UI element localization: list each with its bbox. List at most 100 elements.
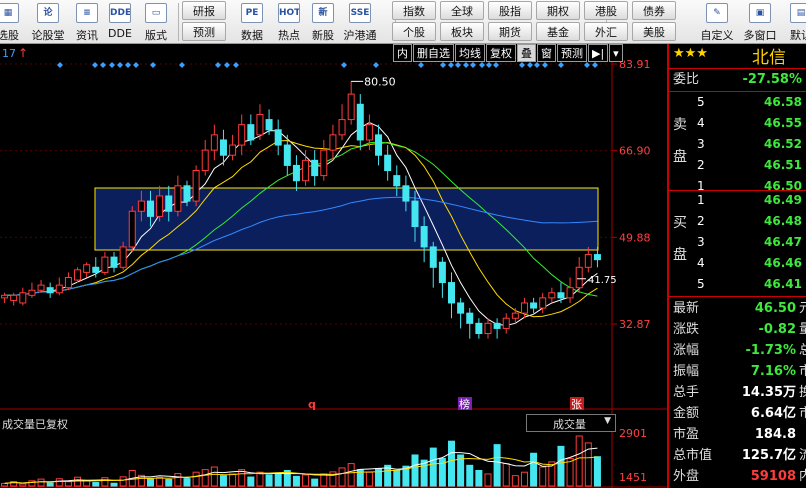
market-link-1-3[interactable]: 基金 — [536, 22, 580, 41]
market-link-0-3[interactable]: 期权 — [536, 1, 580, 20]
candle-body — [338, 119, 346, 136]
market-link-0-4[interactable]: 港股 — [584, 1, 628, 20]
event-marker-icon — [179, 62, 185, 68]
volume-bar — [19, 483, 27, 487]
bid-level-1[interactable]: 1 46.49 — [697, 190, 802, 211]
news-label: 资讯 — [76, 29, 98, 42]
sh-hk-connect-button[interactable]: SSE 沪港通 — [341, 0, 379, 44]
stat-suffix: 流 — [799, 445, 806, 466]
market-link-0-0[interactable]: 指数 — [392, 1, 436, 20]
volume-bar — [448, 440, 455, 487]
kline-chart-area[interactable]: 83.91 66.90 49.88 32.87 2901 1451 80.50 41.75 q 榜… — [0, 44, 667, 488]
volume-bar — [55, 478, 63, 487]
default-icon: ▤ — [790, 3, 806, 23]
event-marker-icon — [527, 62, 533, 68]
stat-suffix: 总 — [799, 340, 806, 361]
quick-link-0-0[interactable]: 研报 — [182, 1, 226, 20]
bid-level-4[interactable]: 4 46.46 — [697, 253, 802, 274]
hot-spot-button[interactable]: HOT 热点 — [272, 0, 306, 44]
chart-tool-4[interactable]: 叠 — [517, 44, 536, 62]
candle-body — [37, 284, 45, 291]
stock-app-window: ▦ 选股论论股堂 ≡ 资讯 DDE DDE ▭ 版式 PE 数据 HOT 热点新新股 SSE 沪港通 ✎ 自定… — [0, 0, 806, 488]
default-button[interactable]: ▤ 默认 — [785, 0, 806, 44]
chart-tool-2[interactable]: 均线 — [455, 44, 485, 62]
candle-body — [229, 144, 237, 156]
bid-level-3[interactable]: 3 46.47 — [697, 232, 802, 253]
candle-body — [219, 139, 227, 156]
ask-level-3[interactable]: 3 46.52 — [697, 134, 802, 155]
stat-label: 涨幅 — [673, 343, 700, 358]
volume-bar — [46, 482, 54, 487]
chart-period-label: 17 — [2, 47, 16, 60]
market-link-1-1[interactable]: 板块 — [440, 22, 484, 41]
dde-button[interactable]: DDE DDE — [104, 0, 136, 44]
candle-body — [584, 254, 592, 268]
data-label: 数据 — [241, 29, 263, 42]
stock-name: 北信 — [752, 48, 786, 68]
chart-dropdown-icon[interactable]: ▾ — [609, 44, 623, 62]
chart-nav-icon[interactable]: ▶| — [588, 44, 609, 62]
market-link-0-2[interactable]: 股指 — [488, 1, 532, 20]
stat-row-8: 外盘 59108内 — [669, 466, 806, 487]
stat-label: 金额 — [673, 406, 700, 421]
volume-bar — [520, 471, 528, 487]
candle-body — [201, 149, 209, 172]
chevron-down-icon: ▼ — [604, 416, 611, 426]
chart-tool-1[interactable]: 删自选 — [413, 44, 454, 62]
weibi-value: -27.58% — [742, 72, 802, 87]
volume-tick-label: 2901 — [619, 427, 647, 440]
volume-bar — [411, 454, 419, 487]
chart-tool-3[interactable]: 复权 — [486, 44, 516, 62]
customize-button[interactable]: ✎ 自定义 — [697, 0, 737, 44]
chart-tool-6[interactable]: 预测 — [557, 44, 587, 62]
volume-bar — [110, 482, 118, 487]
chart-tool-5[interactable]: 窗 — [537, 44, 556, 62]
volume-bar — [64, 481, 72, 487]
candle-body — [183, 185, 191, 202]
volume-bar — [593, 456, 601, 487]
candle-body — [347, 93, 355, 121]
order-level: 2 — [697, 158, 705, 172]
market-link-1-0[interactable]: 个股 — [392, 22, 436, 41]
hot-spot-label: 热点 — [278, 29, 300, 42]
data-button[interactable]: PE 数据 — [235, 0, 269, 44]
event-marker-icon — [109, 62, 115, 68]
forum-button[interactable]: 论论股堂 — [28, 0, 68, 44]
layout-button[interactable]: ▭ 版式 — [140, 0, 172, 44]
multi-window-button[interactable]: ▣ 多窗口 — [740, 0, 780, 44]
order-level: 1 — [697, 193, 705, 207]
bid-level-2[interactable]: 2 46.48 — [697, 211, 802, 232]
candle-body — [438, 261, 446, 284]
event-marker-icon — [592, 62, 598, 68]
order-price: 46.58 — [764, 95, 802, 109]
chart-toolbar: 内删自选 均线 复权叠窗预测 ▶| ▾ — [393, 44, 624, 62]
quick-link-0-1[interactable]: 预测 — [182, 22, 226, 41]
dde-icon: DDE — [109, 3, 131, 23]
volume-bar — [256, 471, 264, 487]
market-link-1-4[interactable]: 外汇 — [584, 22, 628, 41]
candle-body — [156, 195, 164, 217]
ask-level-5[interactable]: 5 46.58 — [697, 92, 802, 113]
stock-select-button[interactable]: ▦ 选股 — [0, 0, 24, 44]
panel-divider — [669, 296, 806, 297]
market-link-1-5[interactable]: 美股 — [632, 22, 676, 41]
volume-indicator-selector[interactable]: 成交量 ▼ — [526, 414, 616, 432]
bid-level-5[interactable]: 5 46.41 — [697, 274, 802, 295]
market-link-0-5[interactable]: 债券 — [632, 1, 676, 20]
volume-bar — [1, 482, 9, 487]
order-level: 4 — [697, 116, 705, 130]
candle-body — [238, 124, 246, 146]
ask-level-2[interactable]: 2 46.51 — [697, 155, 802, 176]
ask-level-4[interactable]: 4 46.55 — [697, 113, 802, 134]
new-stock-button[interactable]: 新新股 — [307, 0, 339, 44]
chart-tool-0[interactable]: 内 — [393, 44, 412, 62]
news-button[interactable]: ≡ 资讯 — [72, 0, 102, 44]
candle-body — [402, 185, 410, 202]
market-link-1-2[interactable]: 期货 — [488, 22, 532, 41]
candle-body — [520, 302, 528, 314]
event-marker-icon — [233, 62, 239, 68]
candle-body — [356, 103, 364, 141]
market-link-0-1[interactable]: 全球 — [440, 1, 484, 20]
candle-body — [484, 322, 492, 335]
order-level: 2 — [697, 214, 705, 228]
